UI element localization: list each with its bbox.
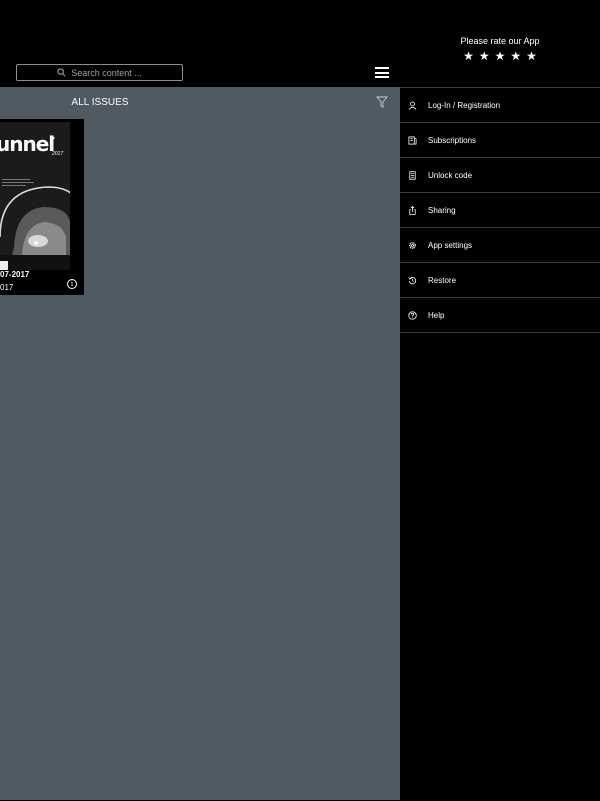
rate-app[interactable]: Please rate our App ★★★★★ — [400, 36, 600, 63]
menu-item-subscriptions[interactable]: Subscriptions — [400, 123, 600, 158]
user-icon — [408, 101, 417, 110]
cover-number: 7 — [51, 137, 55, 144]
search-placeholder: Search content ... — [71, 67, 142, 78]
issue-cover[interactable]: unnel 7 2017 — [0, 122, 70, 270]
menu-item-label: Log-In / Registration — [428, 100, 501, 110]
menu-icon[interactable] — [375, 67, 389, 78]
search-input[interactable]: Search content ... — [16, 64, 183, 81]
menu-item-label: Subscriptions — [428, 135, 477, 145]
page-title: ALL ISSUES — [71, 97, 129, 108]
menu-item-label: App settings — [428, 240, 473, 250]
menu-item-label: Sharing — [428, 205, 456, 215]
gear-icon — [408, 241, 417, 250]
menu-item-login[interactable]: Log-In / Registration — [400, 88, 600, 123]
menu-item-label: Restore — [428, 275, 457, 285]
issues-panel: ALL ISSUES unnel 7 2017 07-2017 017 i — [0, 87, 400, 800]
help-icon — [408, 310, 417, 320]
top-bar: Search content ... Please rate our App ★… — [0, 0, 600, 87]
info-icon[interactable]: i — [67, 279, 77, 289]
menu-item-app-settings[interactable]: App settings — [400, 228, 600, 263]
code-icon — [408, 170, 417, 180]
menu-item-label: Help — [428, 310, 445, 320]
menu-item-help[interactable]: Help — [400, 298, 600, 333]
menu-item-restore[interactable]: Restore — [400, 263, 600, 298]
search-icon — [57, 68, 66, 77]
issue-card[interactable]: unnel 7 2017 07-2017 017 i — [0, 119, 84, 295]
menu-item-label: Unlock code — [428, 170, 473, 180]
issue-date: 017 — [0, 283, 14, 292]
rate-app-label: Please rate our App — [460, 36, 540, 46]
share-icon — [408, 205, 417, 215]
menu-item-unlock-code[interactable]: Unlock code — [400, 158, 600, 193]
restore-icon — [408, 276, 417, 285]
cover-year: 2017 — [52, 151, 64, 157]
cover-title: unnel — [0, 132, 55, 156]
filter-icon[interactable] — [376, 96, 388, 108]
menu-item-sharing[interactable]: Sharing — [400, 193, 600, 228]
cover-photo — [0, 177, 70, 270]
subscriptions-icon — [408, 135, 417, 145]
issue-title: 07-2017 — [0, 270, 30, 279]
side-menu: Log-In / Registration Subscriptions Unlo… — [400, 87, 600, 801]
rating-stars[interactable]: ★★★★★ — [400, 49, 600, 63]
